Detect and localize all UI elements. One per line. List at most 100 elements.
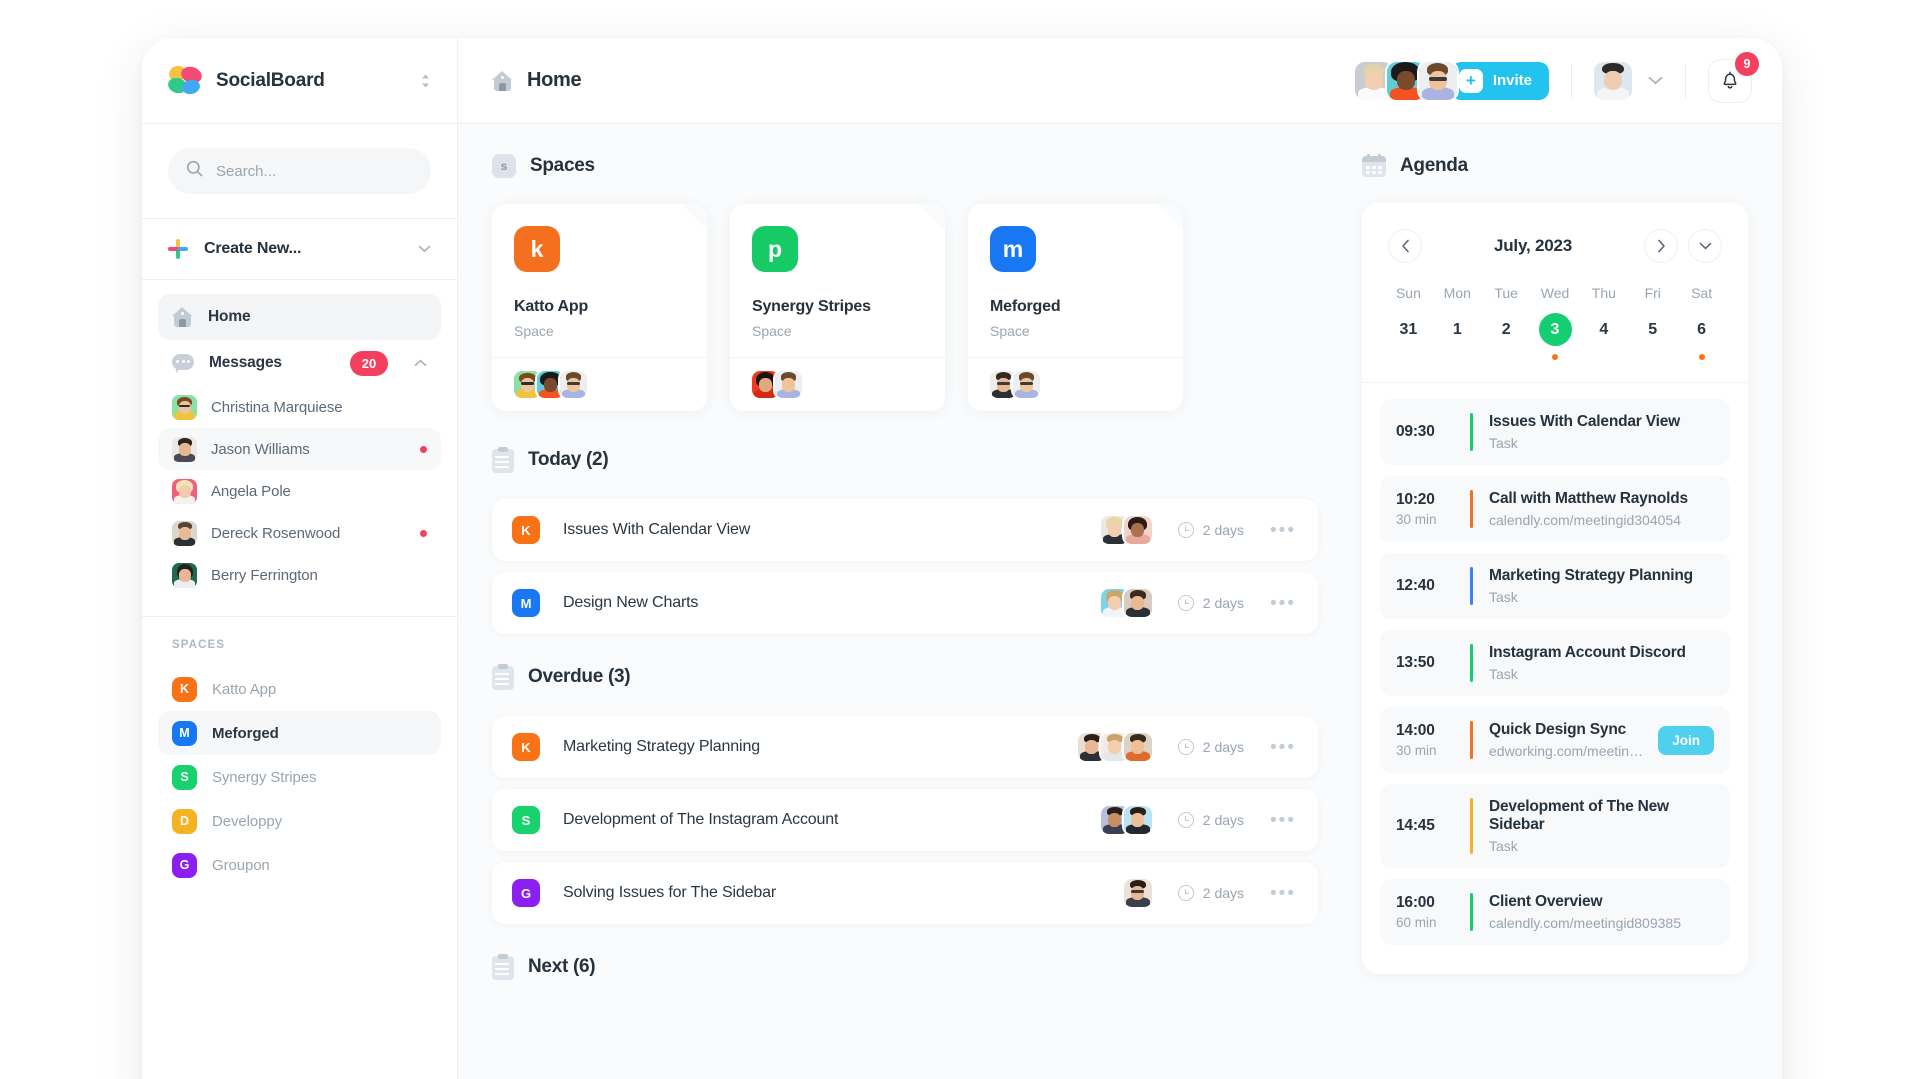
- task-due-label: 2 days: [1202, 885, 1245, 901]
- space-card-members: [730, 357, 945, 411]
- agenda-column: Agenda July, 2023 Sun Mon Tue Wed Thu Fr…: [1352, 124, 1782, 1079]
- task-title: Development of The Instagram Account: [563, 811, 839, 828]
- calendar-day[interactable]: 31: [1384, 313, 1433, 360]
- sidebar-space-groupon[interactable]: G Groupon: [158, 843, 441, 887]
- task-group-title: Next (6): [528, 956, 596, 977]
- space-card-katto-app[interactable]: k Katto App Space: [492, 204, 707, 411]
- page-title-label: Home: [527, 69, 582, 91]
- notifications-badge: 9: [1735, 51, 1759, 76]
- list-item[interactable]: 10:20 30 min Call with Matthew Raynolds c…: [1380, 476, 1730, 542]
- calendar-prev-button[interactable]: [1388, 229, 1422, 263]
- dm-item-berry-ferrington[interactable]: Berry Ferrington: [158, 554, 441, 596]
- more-horizontal-icon[interactable]: •••: [1270, 738, 1296, 757]
- sidebar-item-home[interactable]: Home: [158, 294, 441, 340]
- dm-item-christina-marquiese[interactable]: Christina Marquiese: [158, 386, 441, 428]
- calendar-next-button[interactable]: [1644, 229, 1678, 263]
- list-item[interactable]: 13:50 Instagram Account Discord Task: [1380, 630, 1730, 696]
- more-horizontal-icon[interactable]: •••: [1270, 594, 1296, 613]
- list-item[interactable]: 09:30 Issues With Calendar View Task: [1380, 399, 1730, 465]
- event-title: Development of The New Sidebar: [1489, 798, 1669, 833]
- list-item[interactable]: 14:45 Development of The New Sidebar Tas…: [1380, 784, 1730, 868]
- space-card-meforged[interactable]: m Meforged Space: [968, 204, 1183, 411]
- space-avatar: G: [172, 852, 197, 878]
- calendar-weekday-row: Sun Mon Tue Wed Thu Fri Sat: [1362, 263, 1748, 301]
- task-space-icon: K: [512, 733, 540, 761]
- invite-button[interactable]: + Invite: [1450, 61, 1549, 100]
- agenda-section-header: Agenda: [1362, 154, 1748, 177]
- member-avatar-3[interactable]: [1418, 61, 1457, 100]
- sidebar-item-messages[interactable]: Messages 20: [158, 340, 441, 386]
- sidebar-space-label: Synergy Stripes: [212, 768, 317, 786]
- calendar-day-number: 2: [1501, 320, 1511, 338]
- brand-header[interactable]: SocialBoard: [142, 38, 457, 124]
- event-color-bar: [1470, 893, 1473, 931]
- event-title: Instagram Account Discord: [1489, 644, 1686, 661]
- more-horizontal-icon[interactable]: •••: [1270, 811, 1296, 830]
- task-due: 2 days: [1177, 739, 1244, 755]
- calendar-day[interactable]: 2: [1482, 313, 1531, 360]
- event-time: 12:40: [1396, 577, 1435, 594]
- invite-label: Invite: [1492, 72, 1532, 89]
- sidebar-space-meforged[interactable]: M Meforged: [158, 711, 441, 755]
- clock-icon: [1177, 812, 1194, 828]
- event-color-bar: [1470, 413, 1473, 451]
- calendar-day-number: 3: [1538, 313, 1572, 346]
- chevron-updown-icon[interactable]: [420, 73, 431, 89]
- calendar-header: July, 2023: [1362, 203, 1748, 263]
- sidebar-space-developpy[interactable]: D Developpy: [158, 799, 441, 843]
- event-subtitle: calendly.com/meetingid809385: [1489, 915, 1681, 931]
- task-group-header: Today (2): [492, 447, 1318, 473]
- table-row[interactable]: M Design New Charts 2 days •••: [492, 572, 1318, 634]
- plus-icon: +: [1458, 68, 1483, 93]
- table-row[interactable]: K Marketing Strategy Planning 2 days •••: [492, 716, 1318, 778]
- home-icon: [172, 307, 193, 327]
- calendar-month-label: July, 2023: [1493, 236, 1573, 255]
- profile-avatar[interactable]: [1594, 61, 1632, 100]
- sidebar-space-katto-app[interactable]: K Katto App: [158, 667, 441, 711]
- spaces-section-title: Spaces: [530, 155, 595, 176]
- search-input[interactable]: [216, 162, 413, 180]
- space-card-synergy-stripes[interactable]: p Synergy Stripes Space: [730, 204, 945, 411]
- dm-item-jason-williams[interactable]: Jason Williams: [158, 428, 441, 470]
- weekday-label: Sun: [1395, 285, 1421, 301]
- table-row[interactable]: K Issues With Calendar View 2 days •••: [492, 499, 1318, 561]
- dm-item-dereck-rosenwood[interactable]: Dereck Rosenwood: [158, 512, 441, 554]
- chevron-down-icon[interactable]: [1648, 73, 1663, 88]
- weekday-label: Mon: [1443, 285, 1471, 301]
- calendar-day[interactable]: 5: [1628, 313, 1677, 360]
- event-title: Call with Matthew Raynolds: [1489, 490, 1688, 507]
- calendar-day-number: 6: [1697, 320, 1707, 338]
- event-time: 13:50: [1396, 654, 1435, 671]
- join-meeting-button[interactable]: Join: [1658, 725, 1714, 755]
- task-due: 2 days: [1177, 885, 1245, 901]
- create-new-button[interactable]: Create New...: [142, 219, 457, 280]
- clipboard-icon: [492, 447, 514, 473]
- sidebar-space-synergy-stripes[interactable]: S Synergy Stripes: [158, 755, 441, 799]
- list-item[interactable]: 16:00 60 min Client Overview calendly.com…: [1380, 879, 1730, 945]
- list-item[interactable]: 12:40 Marketing Strategy Planning Task: [1380, 553, 1730, 619]
- space-avatar: D: [172, 808, 197, 834]
- unread-dot: [420, 529, 427, 537]
- top-bar-right: + Invite 9: [1354, 51, 1759, 103]
- event-subtitle: Task: [1489, 589, 1518, 605]
- search-box[interactable]: [168, 148, 431, 194]
- calendar-day-selected[interactable]: 3: [1531, 313, 1580, 360]
- dm-item-angela-pole[interactable]: Angela Pole: [158, 470, 441, 512]
- calendar-day[interactable]: 4: [1579, 313, 1628, 360]
- notifications-button[interactable]: 9: [1708, 51, 1759, 103]
- avatar: [1123, 733, 1152, 761]
- space-avatar: K: [172, 676, 197, 702]
- agenda-card: July, 2023 Sun Mon Tue Wed Thu Fri Sat 3…: [1362, 203, 1748, 974]
- table-row[interactable]: S Development of The Instagram Account 2…: [492, 789, 1318, 851]
- calendar-day[interactable]: 1: [1433, 313, 1482, 360]
- chevron-down-icon[interactable]: [418, 242, 431, 256]
- task-assignees: [1100, 806, 1152, 834]
- avatar: [1123, 589, 1152, 617]
- list-item[interactable]: 14:00 30 min Quick Design Sync edworking.…: [1380, 707, 1730, 773]
- chevron-up-icon[interactable]: [414, 356, 427, 370]
- table-row[interactable]: G Solving Issues for The Sidebar 2 days …: [492, 862, 1318, 924]
- more-horizontal-icon[interactable]: •••: [1270, 521, 1296, 540]
- calendar-day[interactable]: 6: [1677, 313, 1726, 360]
- more-horizontal-icon[interactable]: •••: [1270, 884, 1296, 903]
- calendar-expand-button[interactable]: [1688, 229, 1722, 263]
